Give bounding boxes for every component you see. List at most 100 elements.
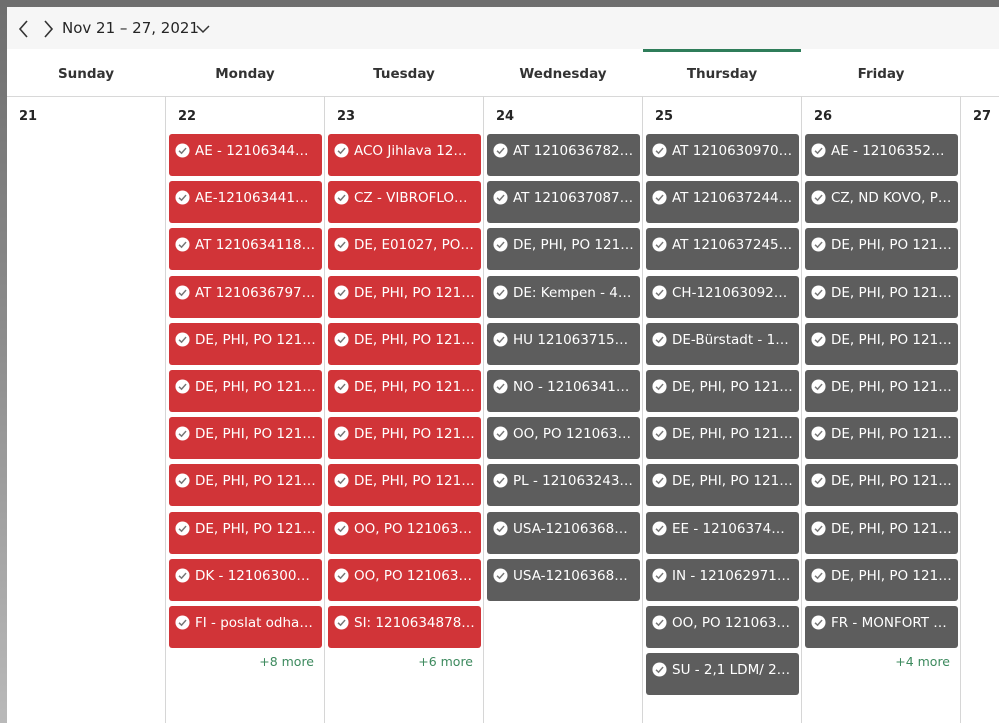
calendar-event[interactable]: AT 1210637087, … bbox=[487, 181, 640, 223]
calendar-event[interactable]: FR - MONFORT … bbox=[805, 606, 958, 648]
date-number[interactable]: 23 bbox=[337, 109, 355, 124]
date-number[interactable]: 24 bbox=[496, 109, 514, 124]
calendar-event[interactable]: DE, PHI, PO 121… bbox=[169, 464, 322, 506]
more-events-link[interactable]: +4 more bbox=[802, 654, 950, 669]
check-circle-icon bbox=[493, 237, 508, 252]
calendar-event[interactable]: OO, PO 1210637… bbox=[646, 606, 799, 648]
calendar-event[interactable]: USA-121063688… bbox=[487, 512, 640, 554]
calendar-event[interactable]: SU - 2,1 LDM/ 2,… bbox=[646, 653, 799, 695]
previous-week-button[interactable] bbox=[14, 18, 34, 40]
day-header[interactable]: Thursday bbox=[643, 66, 801, 82]
calendar-event[interactable]: NO - 121063410… bbox=[487, 370, 640, 412]
event-title: DE, PHI, PO 121… bbox=[354, 473, 475, 489]
date-number[interactable]: 27 bbox=[973, 109, 991, 124]
calendar-event[interactable]: DE, PHI, PO 121… bbox=[328, 417, 481, 459]
event-title: PL - 1210632435… bbox=[513, 473, 634, 489]
calendar-event[interactable]: OO, PO 1210633… bbox=[487, 417, 640, 459]
calendar-event[interactable]: DE, PHI, PO 121… bbox=[646, 417, 799, 459]
calendar-event[interactable]: DE, PHI, PO 121… bbox=[805, 370, 958, 412]
check-circle-icon bbox=[175, 285, 190, 300]
calendar-event[interactable]: DE, PHI, PO 121… bbox=[328, 323, 481, 365]
calendar-event[interactable]: CZ, ND KOVO, P… bbox=[805, 181, 958, 223]
check-circle-icon bbox=[334, 521, 349, 536]
date-number[interactable]: 26 bbox=[814, 109, 832, 124]
calendar-event[interactable]: DE, PHI, PO 121… bbox=[328, 276, 481, 318]
calendar-week-view: Nov 21 – 27, 2021 Sunday Monday Tuesday Wed… bbox=[7, 7, 999, 723]
check-circle-icon bbox=[652, 379, 667, 394]
calendar-event[interactable]: DE, PHI, PO 121… bbox=[646, 370, 799, 412]
calendar-event[interactable]: AE-1210634413-… bbox=[169, 181, 322, 223]
calendar-event[interactable]: DE, PHI, PO 121… bbox=[805, 559, 958, 601]
day-header[interactable]: Monday bbox=[166, 66, 324, 82]
calendar-event[interactable]: PL - 1210632435… bbox=[487, 464, 640, 506]
check-circle-icon bbox=[175, 521, 190, 536]
calendar-event[interactable]: OO, PO 1210633… bbox=[328, 559, 481, 601]
calendar-event[interactable]: SI: 1210634878 … bbox=[328, 606, 481, 648]
date-number[interactable]: 21 bbox=[19, 109, 37, 124]
day-header[interactable]: Wednesday bbox=[484, 66, 642, 82]
check-circle-icon bbox=[334, 615, 349, 630]
calendar-event[interactable]: DK - 121063001… bbox=[169, 559, 322, 601]
calendar-event[interactable]: AT 1210637244, … bbox=[646, 181, 799, 223]
calendar-event[interactable]: DE, PHI, PO 121… bbox=[805, 512, 958, 554]
event-title: DE, PHI, PO 121… bbox=[831, 379, 952, 395]
event-title: DE, PHI, PO 121… bbox=[672, 473, 793, 489]
date-number[interactable]: 22 bbox=[178, 109, 196, 124]
calendar-event[interactable]: DE, PHI, PO 121… bbox=[646, 464, 799, 506]
calendar-event[interactable]: DE, PHI, PO 121… bbox=[169, 512, 322, 554]
column-divider bbox=[165, 96, 166, 723]
calendar-event[interactable]: USA-121063689… bbox=[487, 559, 640, 601]
day-header[interactable]: Sunday bbox=[7, 66, 165, 82]
check-circle-icon bbox=[652, 190, 667, 205]
check-circle-icon bbox=[175, 426, 190, 441]
calendar-event[interactable]: AT 1210634118, … bbox=[169, 228, 322, 270]
calendar-event[interactable]: AE - 121063441… bbox=[169, 134, 322, 176]
calendar-event[interactable]: OO, PO 1210632… bbox=[328, 512, 481, 554]
calendar-event[interactable]: EE - 1210637430… bbox=[646, 512, 799, 554]
calendar-event[interactable]: CZ - VIBROFLOO… bbox=[328, 181, 481, 223]
calendar-event[interactable]: DE, PHI, PO 121… bbox=[169, 323, 322, 365]
calendar-event[interactable]: DE, PHI, PO 121… bbox=[805, 323, 958, 365]
calendar-event[interactable]: DE-Bürstadt - 12… bbox=[646, 323, 799, 365]
calendar-event[interactable]: CH-1210630921… bbox=[646, 276, 799, 318]
calendar-event[interactable]: AE - 121063524… bbox=[805, 134, 958, 176]
next-week-button[interactable] bbox=[38, 18, 58, 40]
check-circle-icon bbox=[811, 473, 826, 488]
calendar-event[interactable]: DE, PHI, PO 121… bbox=[328, 370, 481, 412]
check-circle-icon bbox=[652, 615, 667, 630]
day-header[interactable]: Friday bbox=[802, 66, 960, 82]
calendar-event[interactable]: DE, PHI, PO 121… bbox=[169, 417, 322, 459]
calendar-event[interactable]: DE, PHI, PO 121… bbox=[805, 228, 958, 270]
calendar-event[interactable]: DE, PHI, PO 121… bbox=[487, 228, 640, 270]
calendar-event[interactable]: AT 1210630970, … bbox=[646, 134, 799, 176]
calendar-event[interactable]: DE, PHI, PO 121… bbox=[169, 370, 322, 412]
event-title: DE: Kempen - 4l… bbox=[513, 285, 634, 301]
calendar-event[interactable]: DE, PHI, PO 121… bbox=[805, 276, 958, 318]
calendar-event[interactable]: ACO Jihlava 121… bbox=[328, 134, 481, 176]
event-title: DE, PHI, PO 121… bbox=[354, 332, 475, 348]
date-range-dropdown-button[interactable] bbox=[194, 21, 212, 37]
calendar-event[interactable]: HU 1210637153,… bbox=[487, 323, 640, 365]
day-header[interactable]: Tuesday bbox=[325, 66, 483, 82]
calendar-event[interactable]: AT 1210637245, … bbox=[646, 228, 799, 270]
check-circle-icon bbox=[493, 379, 508, 394]
calendar-event[interactable]: AT 1210636782, … bbox=[487, 134, 640, 176]
calendar-event[interactable]: FI - poslat odha… bbox=[169, 606, 322, 648]
calendar-event[interactable]: DE, PHI, PO 121… bbox=[805, 417, 958, 459]
calendar-event[interactable]: DE, E01027, PO … bbox=[328, 228, 481, 270]
event-title: DE, PHI, PO 121… bbox=[195, 521, 316, 537]
more-events-link[interactable]: +6 more bbox=[325, 654, 473, 669]
event-title: DE, PHI, PO 121… bbox=[831, 521, 952, 537]
calendar-event[interactable]: IN - 1210629712… bbox=[646, 559, 799, 601]
calendar-event[interactable]: DE, PHI, PO 121… bbox=[805, 464, 958, 506]
check-circle-icon bbox=[811, 332, 826, 347]
calendar-event[interactable]: DE, PHI, PO 121… bbox=[328, 464, 481, 506]
more-events-link[interactable]: +8 more bbox=[166, 654, 314, 669]
event-title: DE, PHI, PO 121… bbox=[195, 332, 316, 348]
check-circle-icon bbox=[652, 285, 667, 300]
calendar-event[interactable]: AT 1210636797, … bbox=[169, 276, 322, 318]
date-number[interactable]: 25 bbox=[655, 109, 673, 124]
check-circle-icon bbox=[811, 568, 826, 583]
calendar-event[interactable]: DE: Kempen - 4l… bbox=[487, 276, 640, 318]
date-range-label[interactable]: Nov 21 – 27, 2021 bbox=[62, 19, 199, 37]
